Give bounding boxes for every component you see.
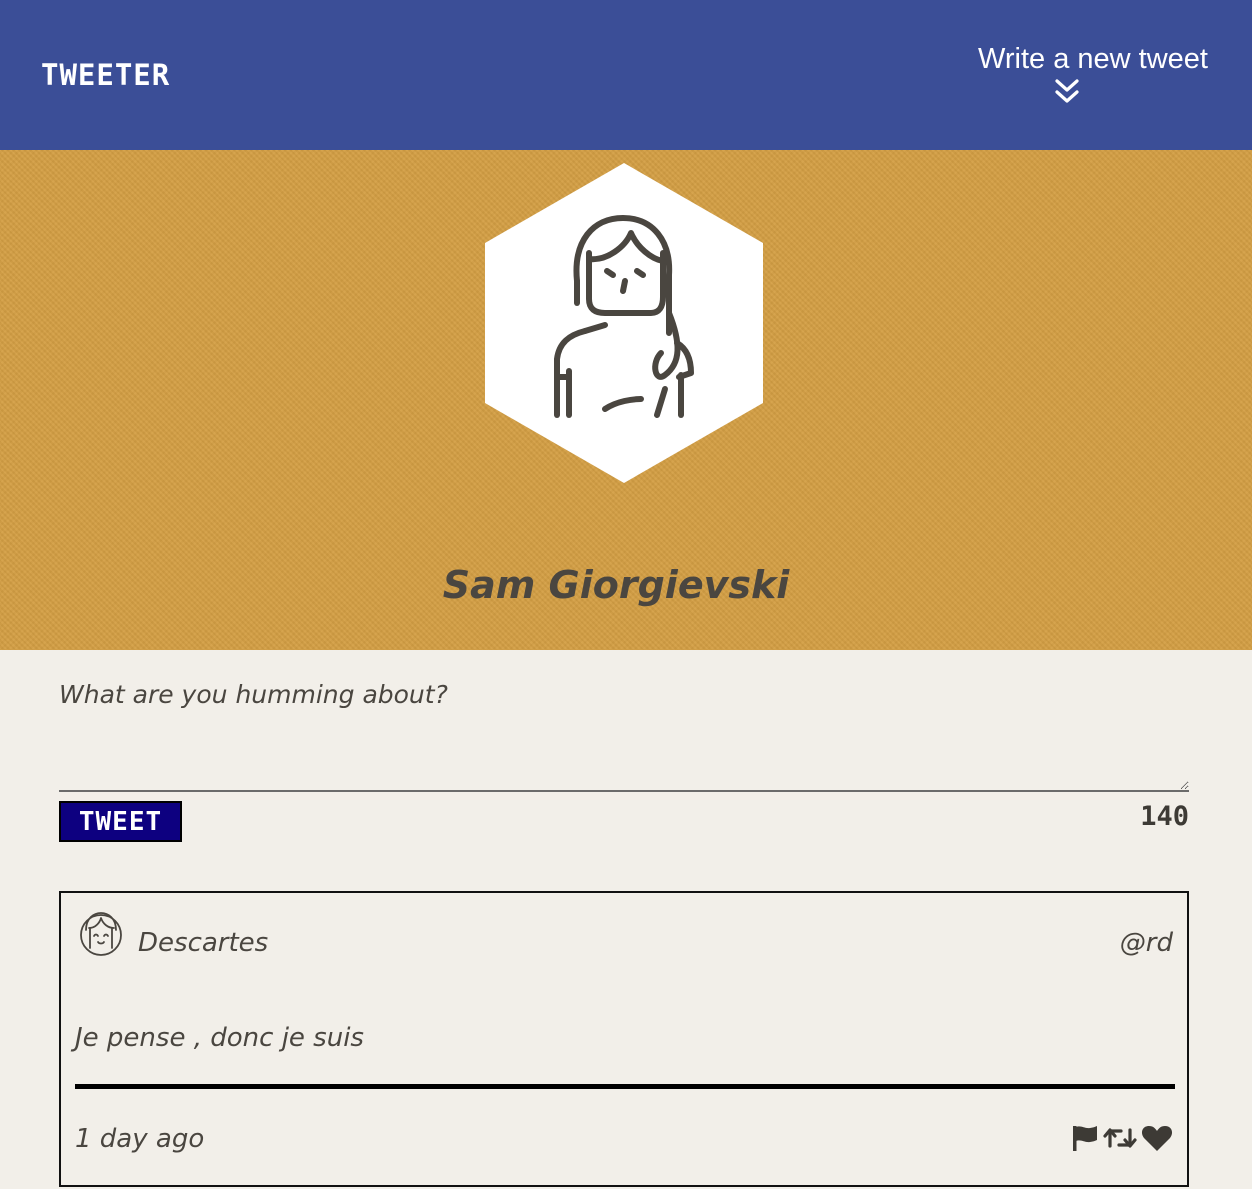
tweet-content: Je pense , donc je suis — [75, 1023, 364, 1053]
char-counter: 140 — [1140, 801, 1189, 832]
brand-logo[interactable]: TWEETER — [41, 58, 170, 92]
tweet-actions — [1071, 1124, 1173, 1152]
profile-banner: Sam Giorgievski — [0, 150, 1252, 650]
tweet-timestamp: 1 day ago — [75, 1124, 205, 1154]
user-avatar-icon — [485, 163, 763, 483]
tweet-input[interactable] — [59, 668, 1189, 792]
compose-toggle-label[interactable]: Write a new tweet — [948, 42, 1208, 76]
tweet-card: Descartes @rd Je pense , donc je suis 1 … — [59, 891, 1189, 1187]
tweet-handle: @rd — [1119, 928, 1173, 958]
tweet-button[interactable]: TWEET — [59, 801, 182, 842]
heart-icon[interactable] — [1141, 1124, 1173, 1152]
flag-icon[interactable] — [1071, 1124, 1099, 1152]
profile-name: Sam Giorgievski — [442, 563, 790, 607]
double-chevron-down-icon[interactable] — [1055, 78, 1079, 104]
retweet-icon[interactable] — [1103, 1124, 1137, 1152]
compose-form: TWEET 140 — [59, 668, 1189, 842]
tweet-author: Descartes — [138, 928, 269, 958]
compose-toggle[interactable]: Write a new tweet — [948, 42, 1208, 104]
top-nav: TWEETER Write a new tweet — [0, 0, 1252, 150]
tweet-divider — [75, 1084, 1175, 1089]
user-avatar-icon — [80, 912, 122, 956]
